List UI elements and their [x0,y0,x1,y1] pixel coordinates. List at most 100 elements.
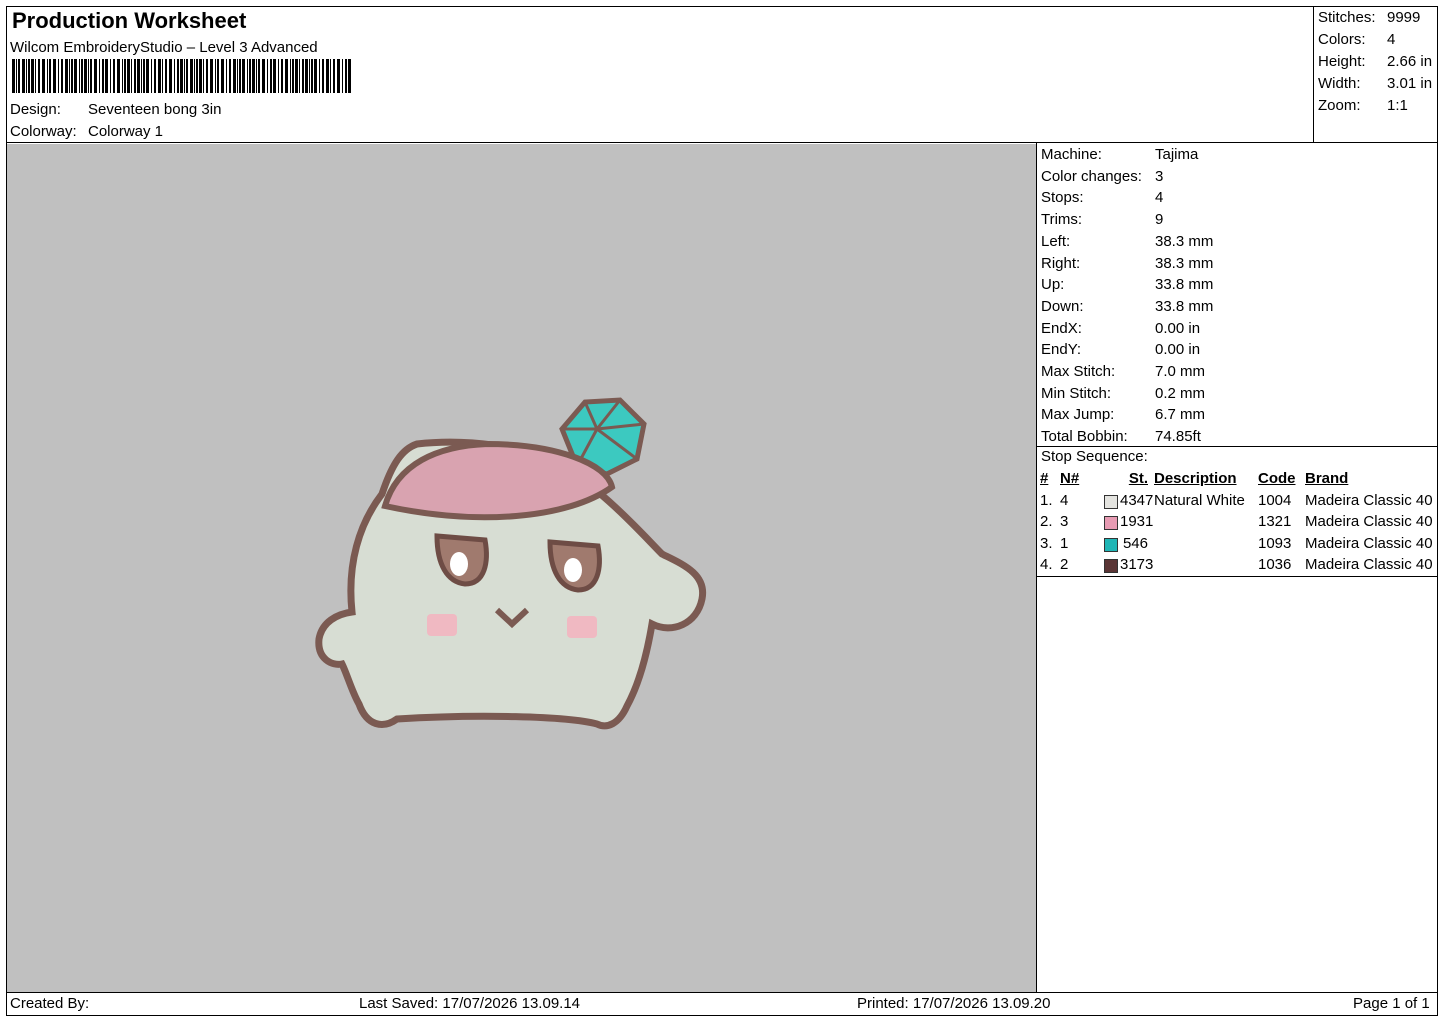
table-row: 2. 3 1931 1321 Madeira Classic 40 [1040,511,1439,533]
row-code: 1321 [1258,513,1292,531]
row-stitches-cell: 4347 [1104,490,1154,512]
machine-info-label: Machine: [1041,146,1102,163]
row-needle: 1 [1060,534,1069,552]
machine-info-row: Up: 33.8 mm [1041,274,1213,296]
machine-info-row: Down: 33.8 mm [1041,296,1213,318]
machine-info-value: 3 [1155,167,1164,185]
page-number: Page 1 of 1 [1353,995,1430,1012]
design-preview-canvas [7,144,1036,992]
colorway-label: Colorway: [10,123,77,140]
machine-info-row: Trims: 9 [1041,209,1213,231]
row-brand: Madeira Classic 40 [1305,491,1433,509]
col-header-num: # [1040,470,1049,488]
row-description [1154,554,1258,576]
machine-info-value: 0.00 in [1155,319,1201,337]
machine-info-row: Machine: Tajima [1041,144,1213,166]
machine-info-label: EndY: [1041,341,1082,359]
machine-info-value: 38.3 mm [1155,254,1214,272]
machine-info-label: Up: [1041,276,1065,294]
machine-info-rule [1037,446,1438,447]
barcode [12,59,351,93]
machine-info-row: Right: 38.3 mm [1041,253,1213,275]
summary-label: Stitches: [1318,9,1376,26]
table-header-row: # N# St. Description Code Brand [1040,468,1439,490]
machine-info-label: Max Stitch: [1041,363,1116,381]
col-header-code: Code [1258,470,1296,488]
row-code: 1093 [1258,534,1292,552]
stop-sequence-rule [1037,576,1438,577]
row-stitches-cell: 546 [1104,533,1154,555]
machine-info-label: Down: [1041,297,1084,315]
table-row: 3. 1 546 1093 Madeira Classic 40 [1040,533,1439,555]
summary-label: Colors: [1318,31,1366,48]
footer-rule [6,992,1438,993]
design-value: Seventeen bong 3in [88,101,222,118]
summary-label: Width: [1318,75,1361,92]
color-swatch [1104,559,1118,574]
row-num: 2. [1040,513,1053,531]
machine-info-label: Max Jump: [1041,406,1115,424]
header-divider [1313,6,1314,143]
stop-sequence-title: Stop Sequence: [1041,448,1148,465]
row-code: 1004 [1258,491,1292,509]
machine-info-row: EndY: 0.00 in [1041,339,1213,361]
machine-info-label: Min Stitch: [1041,384,1112,402]
design-label: Design: [10,101,61,118]
row-description: Natural White [1154,491,1245,509]
row-stitches: 3173 [1120,556,1154,574]
last-saved: Last Saved: 17/07/2026 13.09.14 [359,995,581,1012]
machine-info-value: 6.7 mm [1155,406,1206,424]
machine-info-label: Color changes: [1041,167,1142,185]
row-brand: Madeira Classic 40 [1305,556,1433,574]
color-swatch [1104,516,1118,531]
color-swatch [1104,494,1118,509]
machine-info-row: Stops: 4 [1041,187,1213,209]
row-code: 1036 [1258,556,1292,574]
summary-row: Colors: 4 [1318,29,1432,51]
row-brand: Madeira Classic 40 [1305,534,1433,552]
machine-info-label: EndX: [1041,319,1082,337]
machine-info-row: Total Bobbin: 74.85ft [1041,426,1213,448]
machine-info-value: Tajima [1155,146,1199,163]
row-description [1154,511,1258,533]
machine-info-value: 33.8 mm [1155,297,1214,315]
machine-info-row: Max Stitch: 7.0 mm [1041,361,1213,383]
printed-date: Printed: 17/07/2026 13.09.20 [857,995,1051,1012]
stop-sequence-table: # N# St. Description Code Brand 1. 4 4347 N… [1040,468,1439,576]
row-stitches: 4347 [1120,491,1154,509]
summary-row: Height: 2.66 in [1318,51,1432,73]
col-header-description: Description [1154,470,1237,488]
row-num: 1. [1040,491,1053,509]
embroidery-design-image [315,397,707,730]
color-swatch [1104,537,1118,552]
col-header-n: N# [1060,470,1080,488]
row-stitches: 546 [1122,534,1148,552]
created-by: Created By: [10,995,90,1012]
row-needle: 4 [1060,491,1069,509]
summary-value: 4 [1387,31,1396,48]
page-title: Production Worksheet [12,8,247,33]
summary-row: Width: 3.01 in [1318,73,1432,95]
row-num: 4. [1040,556,1053,574]
machine-info-value: 38.3 mm [1155,232,1214,250]
machine-info-label: Right: [1041,254,1081,272]
machine-info-label: Left: [1041,232,1071,250]
machine-info-value: 0.2 mm [1155,384,1206,402]
panel-divider [1036,143,1037,993]
summary-value: 1:1 [1387,97,1408,114]
machine-info-label: Trims: [1041,211,1083,229]
summary-row: Stitches: 9999 [1318,7,1432,29]
machine-info-value: 0.00 in [1155,341,1201,359]
col-header-brand: Brand [1305,470,1349,488]
row-stitches-cell: 1931 [1104,511,1154,533]
summary-value: 2.66 in [1387,53,1433,70]
summary-panel: Stitches: 9999 Colors: 4 Height: 2.66 in Wi… [1318,7,1432,117]
machine-info-row: Max Jump: 6.7 mm [1041,404,1213,426]
row-needle: 3 [1060,513,1069,531]
table-row: 4. 2 3173 1036 Madeira Classic 40 [1040,554,1439,576]
machine-info-row: EndX: 0.00 in [1041,318,1213,340]
col-header-st: St. [1128,470,1148,488]
machine-info-value: 4 [1155,189,1164,207]
row-stitches: 1931 [1120,513,1154,531]
row-description [1154,533,1258,555]
